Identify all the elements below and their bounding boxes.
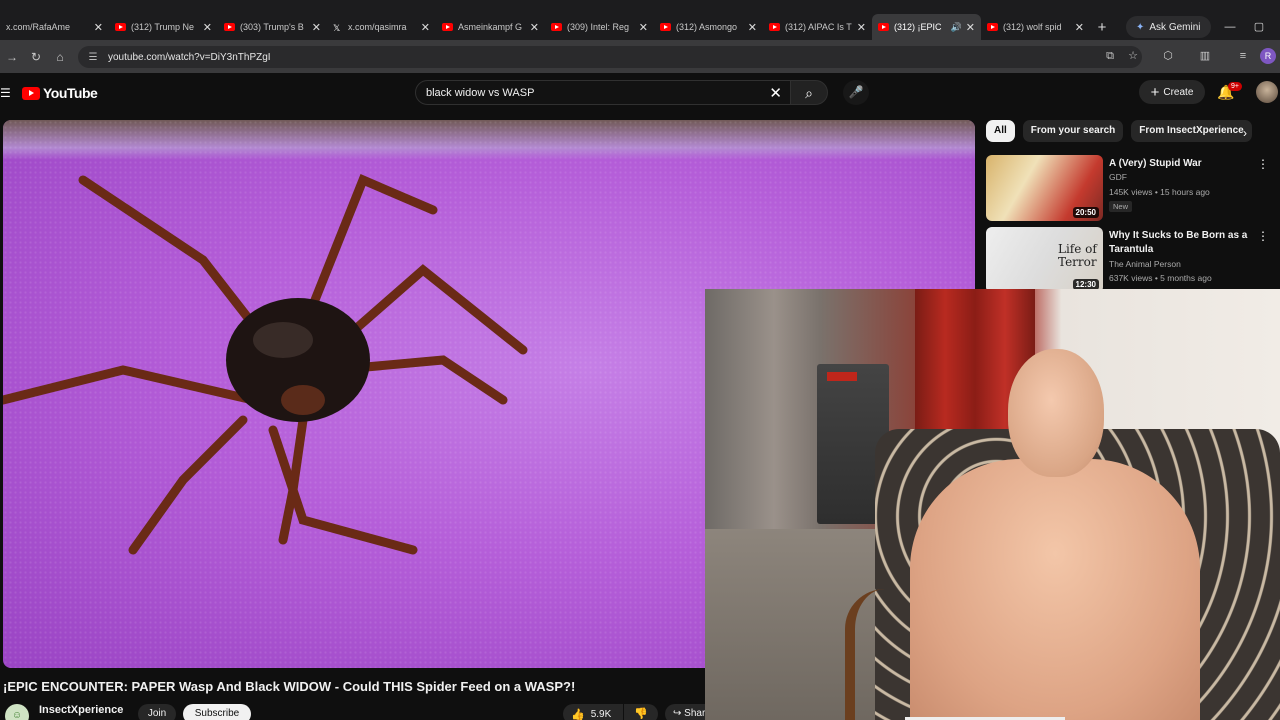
new-tab-button[interactable]: + <box>1090 19 1114 36</box>
channel-name[interactable]: InsectXperience <box>39 704 123 716</box>
minimize-window-button[interactable]: — <box>1215 14 1245 40</box>
gemini-spark-icon: ✦ <box>1136 21 1145 33</box>
like-button[interactable]: 👍 5.9K <box>563 704 623 720</box>
close-tab-icon[interactable]: ✕ <box>857 21 866 34</box>
youtube-favicon-icon <box>987 23 998 31</box>
site-info-icon[interactable]: ☰ <box>84 52 102 63</box>
subscribe-button[interactable]: Subscribe <box>183 704 251 720</box>
youtube-favicon-icon <box>551 23 562 31</box>
chip-from-channel[interactable]: From InsectXperience <box>1131 120 1252 142</box>
menu-icon[interactable]: ☰ <box>0 86 11 100</box>
new-badge: New <box>1109 201 1133 212</box>
voice-search-button[interactable]: 🎤 <box>843 80 869 105</box>
recommendation-channel[interactable]: The Animal Person <box>1109 259 1181 269</box>
extensions-icon[interactable]: ⬡ <box>1159 47 1177 65</box>
close-tab-icon[interactable]: ✕ <box>966 21 975 34</box>
close-tab-icon[interactable]: ✕ <box>203 21 212 34</box>
browser-tab[interactable]: (312) wolf spid ✕ <box>981 14 1090 40</box>
reload-icon[interactable]: ↻ <box>24 50 48 64</box>
dislike-button[interactable]: 👎 <box>624 704 658 720</box>
profile-avatar[interactable]: R <box>1260 48 1276 64</box>
address-bar[interactable]: ☰ youtube.com/watch?v=DiY3nThPZgI <box>78 46 1142 68</box>
account-avatar[interactable] <box>1256 81 1278 103</box>
youtube-favicon-icon <box>115 23 126 31</box>
maximize-window-button[interactable]: ▢ <box>1244 14 1274 40</box>
chip-all[interactable]: All <box>986 120 1015 142</box>
close-tab-icon[interactable]: ✕ <box>530 21 539 34</box>
share-icon: ↪ <box>673 708 682 719</box>
plus-icon: + <box>1150 83 1160 101</box>
home-icon[interactable]: ⌂ <box>48 50 72 64</box>
notification-badge: 9+ <box>1228 82 1242 91</box>
browser-tab[interactable]: x.com/RafaAme ✕ <box>0 14 109 40</box>
create-button[interactable]: + Create <box>1139 80 1205 104</box>
tab-strip: x.com/RafaAme ✕ (312) Trump Ne ✕ (303) Tru… <box>0 14 1280 40</box>
close-tab-icon[interactable]: ✕ <box>94 21 103 34</box>
youtube-favicon-icon <box>224 23 235 31</box>
search-icon: ⌕ <box>805 85 813 101</box>
browser-tab[interactable]: (312) Trump Ne ✕ <box>109 14 218 40</box>
forward-icon[interactable]: → <box>0 50 24 64</box>
more-options-icon[interactable]: ⋮ <box>1257 157 1269 171</box>
speaker-icon[interactable]: 🔊 <box>951 22 962 33</box>
close-tab-icon[interactable]: ✕ <box>312 21 321 34</box>
side-panel-icon[interactable]: ▥ <box>1196 47 1214 65</box>
share-button[interactable]: ↪ Share <box>665 704 705 720</box>
browser-tab[interactable]: (309) Intel: Reg ✕ <box>545 14 654 40</box>
youtube-logo[interactable]: YouTube <box>22 85 98 101</box>
youtube-play-icon <box>22 86 40 100</box>
browser-tab[interactable]: (303) Trump's B ✕ <box>218 14 327 40</box>
search-input[interactable]: black widow vs WASP ✕ <box>415 80 791 105</box>
chair <box>845 589 925 720</box>
thumbnail-text: Life of Terror <box>1058 242 1097 269</box>
url-text: youtube.com/watch?v=DiY3nThPZgI <box>108 51 271 63</box>
close-tab-icon[interactable]: ✕ <box>421 21 430 34</box>
webcam-overlay <box>705 289 1280 720</box>
browser-tab[interactable]: Asmeinkampf G ✕ <box>436 14 545 40</box>
recommendation-item[interactable]: 20:50 A (Very) Stupid War GDF 145K views… <box>986 155 1276 223</box>
video-thumbnail[interactable]: 20:50 <box>986 155 1103 221</box>
bookmark-star-icon[interactable]: ☆ <box>1124 47 1142 65</box>
youtube-favicon-icon <box>769 23 780 31</box>
browser-tab[interactable]: (312) AIPAC Is T ✕ <box>763 14 872 40</box>
close-tab-icon[interactable]: ✕ <box>639 21 648 34</box>
recommendation-title[interactable]: A (Very) Stupid War <box>1109 157 1257 171</box>
duration-badge: 20:50 <box>1072 207 1099 218</box>
more-options-icon[interactable]: ⋮ <box>1257 229 1269 243</box>
thumbs-down-icon: 👎 <box>634 708 648 720</box>
youtube-favicon-icon <box>878 23 889 31</box>
youtube-favicon-icon <box>442 23 453 31</box>
ask-gemini-button[interactable]: ✦ Ask Gemini <box>1126 16 1211 38</box>
close-tab-icon[interactable]: ✕ <box>748 21 757 34</box>
video-title: ¡EPIC ENCOUNTER: PAPER Wasp And Black WI… <box>3 679 576 694</box>
reading-list-icon[interactable]: ≡ <box>1234 47 1252 65</box>
recommendation-item[interactable]: Life of Terror 12:30 Why It Sucks to Be … <box>986 227 1276 295</box>
clear-search-icon[interactable]: ✕ <box>769 84 782 102</box>
search-button[interactable]: ⌕ <box>790 80 828 105</box>
join-button[interactable]: Join <box>138 704 176 720</box>
recommendation-channel[interactable]: GDF <box>1109 172 1127 182</box>
recommendation-meta: 637K views • 5 months ago <box>1109 273 1212 283</box>
thumbs-up-icon: 👍 <box>571 708 585 720</box>
chip-from-your-search[interactable]: From your search <box>1022 120 1124 142</box>
streamer <box>890 349 1210 720</box>
install-app-icon[interactable]: ⧉ <box>1101 47 1119 65</box>
close-tab-icon[interactable]: ✕ <box>1075 21 1084 34</box>
video-thumbnail[interactable]: Life of Terror 12:30 <box>986 227 1103 293</box>
channel-avatar[interactable]: ☺ <box>5 704 29 720</box>
filter-chips: All From your search From InsectXperienc… <box>986 120 1260 142</box>
x-favicon-icon <box>333 23 343 31</box>
titlebar <box>0 0 1280 14</box>
mic-icon: 🎤 <box>848 85 864 99</box>
chevron-right-icon[interactable]: › <box>1243 126 1247 140</box>
recommendation-title[interactable]: Why It Sucks to Be Born as a Tarantula <box>1109 229 1257 257</box>
browser-tab[interactable]: x.com/qasimra✕ <box>327 14 436 40</box>
browser-tab[interactable]: (312) Asmongo ✕ <box>654 14 763 40</box>
youtube-favicon-icon <box>660 23 671 31</box>
recommendation-meta: 145K views • 15 hours ago <box>1109 187 1210 197</box>
screen: x.com/RafaAme ✕ (312) Trump Ne ✕ (303) Tru… <box>0 0 1280 720</box>
browser-tab-active[interactable]: (312) ¡EPIC 🔊 ✕ <box>872 14 981 40</box>
